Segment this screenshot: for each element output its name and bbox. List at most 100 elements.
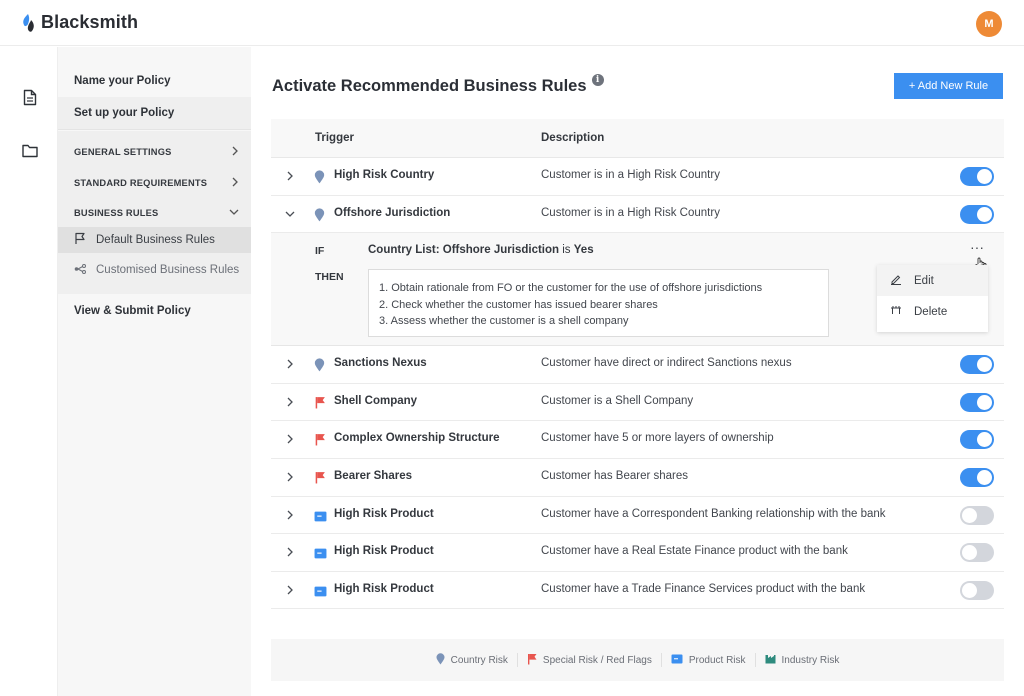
rule-description: Customer is a Shell Company [541, 394, 694, 407]
red-flag-icon [314, 396, 326, 409]
rule-enabled-toggle[interactable] [960, 167, 994, 186]
rule-enabled-toggle[interactable] [960, 392, 994, 412]
icon-rail [0, 47, 58, 696]
legend-item-industry-risk: Industry Risk [756, 654, 849, 667]
product-risk-icon [671, 654, 683, 667]
then-actions-box: 1. Obtain rationale from FO or the custo… [368, 269, 829, 338]
expand-row-chevron-right-icon[interactable] [283, 545, 297, 559]
rule-enabled-toggle[interactable] [960, 430, 994, 450]
toggle-knob [962, 545, 977, 561]
rule-row: Offshore Jurisdiction Customer is in a H… [271, 195, 1004, 234]
sidebar-section-business-rules[interactable]: BUSINESS RULES [58, 199, 251, 227]
rule-trigger: Sanctions Nexus [334, 357, 427, 370]
legend-label: Industry Risk [781, 654, 840, 666]
rule-trigger: Offshore Jurisdiction [334, 206, 451, 219]
blacksmith-logo-icon [21, 13, 37, 33]
legend-item-special-risk: Special Risk / Red Flags [518, 653, 661, 668]
expand-row-chevron-right-icon[interactable] [283, 508, 297, 522]
expand-row-chevron-right-icon[interactable] [283, 395, 297, 409]
brand-logo[interactable]: Blacksmith [21, 12, 138, 33]
folder-icon[interactable] [21, 141, 39, 161]
toggle-knob [977, 169, 992, 184]
rule-enabled-toggle[interactable] [960, 543, 994, 563]
sidebar-item-customised-business-rules[interactable]: Customised Business Rules [58, 257, 251, 283]
rule-trigger: Shell Company [334, 394, 418, 407]
menu-item-label: Delete [914, 305, 948, 318]
top-bar: Blacksmith M [0, 0, 1024, 46]
sidebar-section-standard-requirements[interactable]: STANDARD REQUIREMENTS [58, 169, 251, 197]
product-risk-icon [314, 509, 327, 522]
rule-trigger: High Risk Product [334, 545, 434, 558]
product-risk-icon [314, 584, 327, 597]
chevron-down-icon [229, 207, 239, 219]
menu-item-edit[interactable]: Edit [877, 265, 988, 297]
column-header-trigger: Trigger [315, 132, 354, 144]
page-title-text: Activate Recommended Business Rules [272, 77, 587, 95]
then-label: THEN [315, 271, 344, 284]
rule-actions-menu: Edit Delete [877, 265, 988, 333]
sidebar-setup-policy[interactable]: Set up your Policy [58, 97, 251, 130]
rule-enabled-toggle[interactable] [960, 505, 994, 525]
chevron-right-icon [231, 177, 239, 190]
rule-trigger: High Risk Product [334, 582, 434, 595]
setup-policy-group: GENERAL SETTINGS STANDARD REQUIREMENTS B… [58, 131, 251, 294]
toggle-knob [977, 432, 992, 448]
toggle-knob [977, 206, 992, 222]
rule-description: Customer is in a High Risk Country [541, 206, 720, 219]
red-flag-icon [314, 471, 326, 484]
menu-item-delete[interactable]: Delete [877, 296, 988, 327]
share-nodes-icon [74, 263, 87, 277]
add-new-rule-button[interactable]: + Add New Rule [894, 73, 1003, 99]
pencil-icon [890, 273, 902, 288]
rule-row: Sanctions Nexus Customer have direct or … [271, 346, 1004, 384]
rule-row: High Risk Product Customer have a Trade … [271, 571, 1004, 610]
section-label: STANDARD REQUIREMENTS [74, 178, 208, 188]
sidebar-item-default-business-rules[interactable]: Default Business Rules [58, 227, 251, 253]
main-content: Activate Recommended Business Rules i + … [251, 47, 1024, 696]
if-condition: Country List: Offshore Jurisdiction is Y… [368, 244, 594, 256]
toggle-knob [962, 507, 977, 523]
sidebar-item-label: Default Business Rules [96, 234, 215, 246]
info-icon[interactable]: i [591, 74, 604, 86]
sidebar-view-submit-policy[interactable]: View & Submit Policy [58, 294, 251, 327]
toggle-knob [962, 582, 977, 598]
expand-row-chevron-right-icon[interactable] [283, 432, 297, 446]
section-label: GENERAL SETTINGS [74, 147, 172, 157]
expand-row-chevron-right-icon[interactable] [283, 583, 297, 597]
rule-enabled-toggle[interactable] [960, 580, 994, 600]
user-avatar[interactable]: M [976, 11, 1002, 37]
rule-trigger: High Risk Product [334, 507, 434, 520]
rule-row: Complex Ownership Structure Customer hav… [271, 421, 1004, 459]
sidebar-section-general-settings[interactable]: GENERAL SETTINGS [58, 138, 251, 166]
toggle-knob [977, 357, 992, 373]
if-label: IF [315, 245, 325, 258]
rule-enabled-toggle[interactable] [960, 204, 994, 224]
country-risk-icon [436, 652, 445, 668]
legend-item-product-risk: Product Risk [662, 654, 755, 667]
rule-enabled-toggle[interactable] [960, 467, 994, 487]
if-operator: is [562, 244, 571, 257]
collapse-row-chevron-down-icon[interactable] [283, 207, 297, 221]
expand-row-chevron-right-icon[interactable] [283, 470, 297, 484]
rule-description: Customer have 5 or more layers of owners… [541, 432, 774, 445]
red-flag-icon [527, 653, 537, 668]
rule-description: Customer have direct or indirect Sanctio… [541, 357, 792, 370]
table-body: High Risk Country Customer is in a High … [271, 158, 1004, 610]
document-icon[interactable] [21, 87, 39, 107]
rule-enabled-toggle[interactable] [960, 355, 994, 375]
toggle-knob [977, 394, 992, 410]
menu-item-label: Edit [914, 274, 934, 287]
expand-row-chevron-right-icon[interactable] [283, 357, 297, 371]
more-options-button[interactable]: ··· [970, 239, 984, 255]
rule-row: High Risk Product Customer have a Real E… [271, 534, 1004, 572]
expand-row-chevron-right-icon[interactable] [283, 169, 297, 183]
rule-description: Customer have a Correspondent Banking re… [541, 507, 886, 520]
sidebar-name-policy[interactable]: Name your Policy [58, 64, 251, 97]
column-header-description: Description [541, 132, 605, 144]
risk-legend: Country Risk Special Risk / Red Flags Pr… [271, 639, 1004, 681]
business-rules-table: Trigger Description High Risk Country Cu… [271, 119, 1004, 610]
red-flag-icon [314, 433, 326, 446]
rule-trigger: High Risk Country [334, 169, 435, 181]
delete-icon [890, 304, 902, 319]
legend-label: Product Risk [688, 654, 746, 666]
